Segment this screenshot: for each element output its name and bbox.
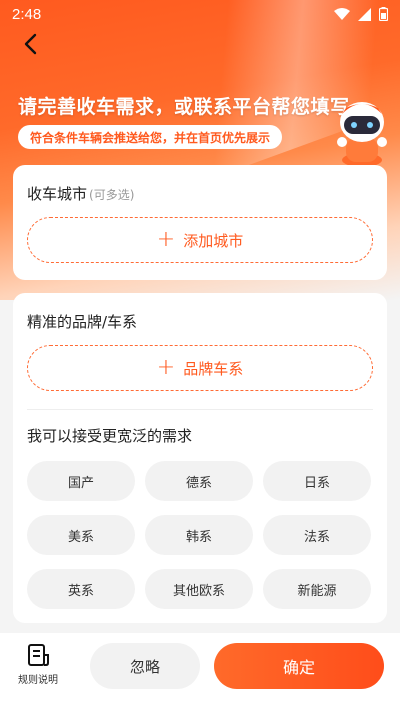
rules-label: 规则说明 (18, 675, 58, 686)
tag-american[interactable]: 美系 (27, 515, 135, 555)
bottom-action-bar: 规则说明 忽略 确定 (0, 633, 400, 711)
status-time: 2:48 (12, 5, 42, 23)
city-hint: (可多选) (89, 188, 135, 202)
signal-icon (358, 7, 371, 21)
confirm-button[interactable]: 确定 (214, 643, 384, 689)
tag-french[interactable]: 法系 (263, 515, 371, 555)
robot-mascot-icon (337, 102, 387, 167)
back-button[interactable] (18, 30, 46, 58)
add-brand-button[interactable]: + 品牌车系 (27, 345, 373, 391)
tag-german[interactable]: 德系 (145, 461, 253, 501)
tag-japanese[interactable]: 日系 (263, 461, 371, 501)
status-bar: 2:48 (0, 0, 400, 28)
broad-tag-grid: 国产 德系 日系 美系 韩系 法系 英系 其他欧系 新能源 (27, 461, 373, 609)
divider (27, 409, 373, 410)
city-card: 收车城市 (可多选) + 添加城市 (13, 165, 387, 280)
brand-card: 精准的品牌/车系 + 品牌车系 我可以接受更宽泛的需求 国产 德系 日系 美系 … (13, 293, 387, 623)
brand-section-title: 精准的品牌/车系 (27, 313, 138, 331)
rules-button[interactable]: 规则说明 (14, 643, 62, 699)
plus-icon: + (156, 227, 176, 252)
page-subtitle: 符合条件车辆会推送给您，并在首页优先展示 (18, 125, 283, 149)
add-city-button[interactable]: + 添加城市 (27, 217, 373, 263)
plus-icon: + (156, 355, 176, 380)
tag-british[interactable]: 英系 (27, 569, 135, 609)
ignore-button[interactable]: 忽略 (90, 643, 200, 689)
tag-domestic[interactable]: 国产 (27, 461, 135, 501)
wifi-icon (334, 7, 350, 20)
broad-section-title: 我可以接受更宽泛的需求 (27, 427, 193, 445)
chevron-left-icon (24, 33, 37, 55)
city-title-text: 收车城市 (27, 185, 88, 203)
battery-icon (379, 7, 388, 21)
page-title: 请完善收车需求，或联系平台帮您填写 (18, 96, 350, 118)
add-brand-label: 品牌车系 (183, 359, 244, 378)
tag-new-energy[interactable]: 新能源 (263, 569, 371, 609)
document-icon (28, 644, 49, 666)
city-section-title: 收车城市 (可多选) (27, 183, 134, 204)
tag-other-european[interactable]: 其他欧系 (145, 569, 253, 609)
tag-korean[interactable]: 韩系 (145, 515, 253, 555)
add-city-label: 添加城市 (183, 231, 244, 250)
